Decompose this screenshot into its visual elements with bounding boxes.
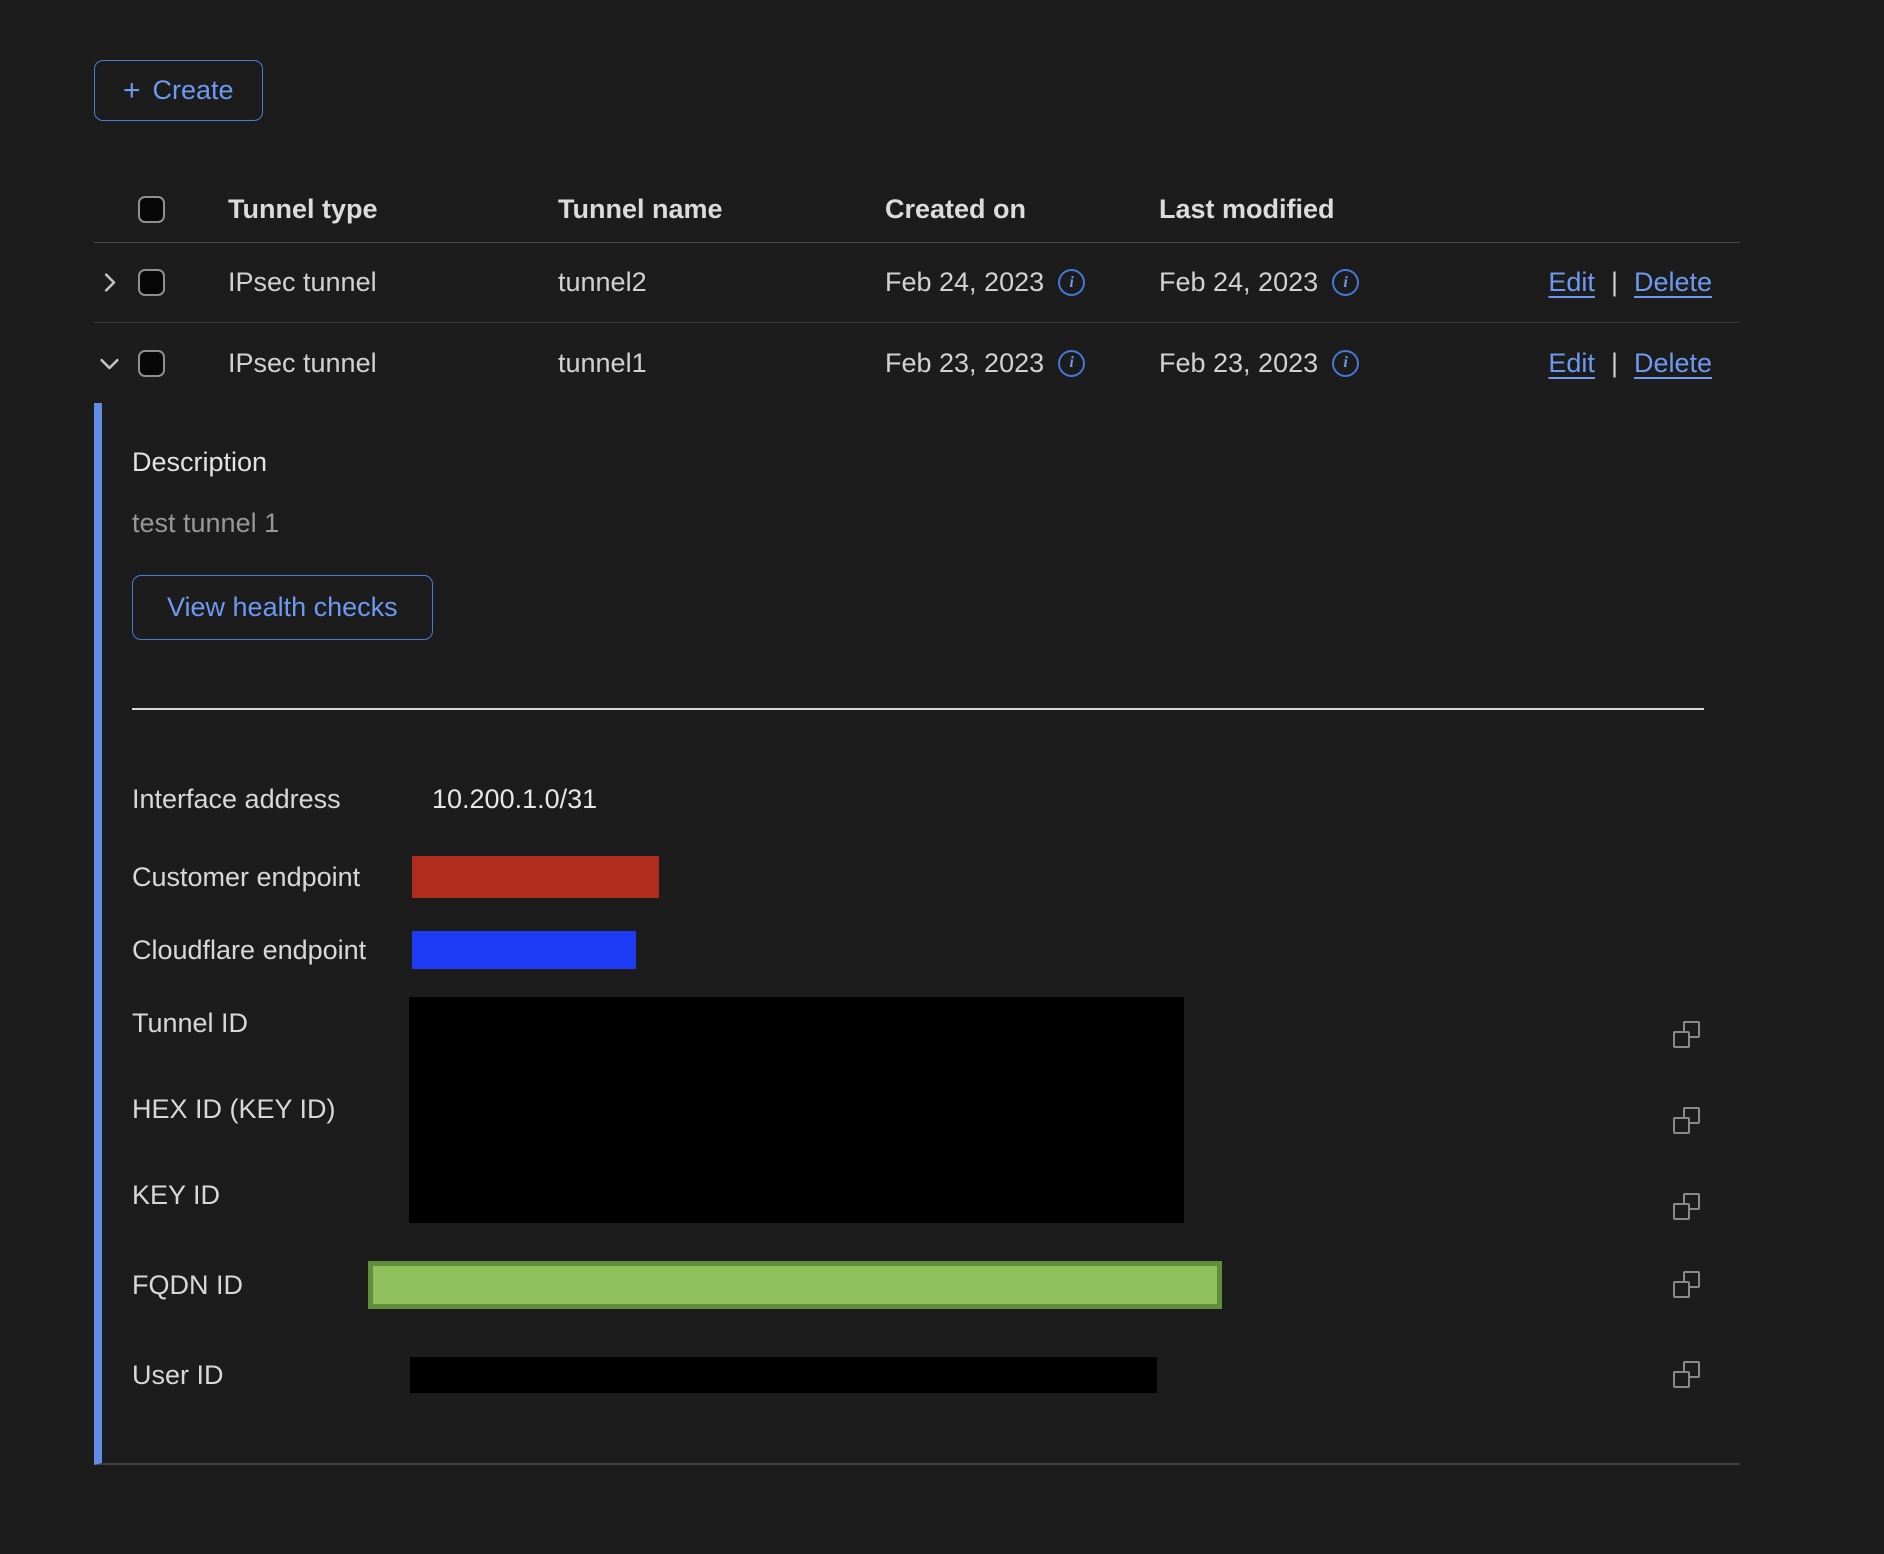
section-divider xyxy=(132,708,1704,710)
col-tunnel-name: Tunnel name xyxy=(558,194,885,225)
tunnel-type-cell: IPsec tunnel xyxy=(228,267,558,298)
delete-link[interactable]: Delete xyxy=(1634,267,1712,298)
hex-id-label: HEX ID (KEY ID) xyxy=(132,1093,336,1125)
action-separator: | xyxy=(1611,267,1618,298)
view-health-checks-label: View health checks xyxy=(167,592,398,623)
last-modified-cell: Feb 23, 2023 xyxy=(1159,348,1318,379)
tunnel-name-cell: tunnel2 xyxy=(558,267,885,298)
customer-endpoint-label: Customer endpoint xyxy=(132,862,410,893)
user-id-label: User ID xyxy=(132,1360,410,1391)
chevron-right-icon[interactable] xyxy=(94,267,125,298)
interface-address-value: 10.200.1.0/31 xyxy=(432,784,597,815)
create-button[interactable]: + Create xyxy=(94,60,263,121)
col-tunnel-type: Tunnel type xyxy=(228,194,558,225)
create-button-label: Create xyxy=(153,75,234,106)
col-created-on: Created on xyxy=(885,194,1159,225)
table-row: IPsec tunnel tunnel2 Feb 24, 2023 i Feb … xyxy=(94,243,1740,323)
col-last-modified: Last modified xyxy=(1159,194,1489,225)
tunnel-type-cell: IPsec tunnel xyxy=(228,348,558,379)
tunnel-fields: Interface address 10.200.1.0/31 Customer… xyxy=(132,782,1706,1393)
tunnel-detail-panel: Description test tunnel 1 View health ch… xyxy=(94,403,1740,1465)
copy-icon[interactable] xyxy=(1673,1021,1700,1048)
copy-icon[interactable] xyxy=(1673,1361,1700,1388)
description-value: test tunnel 1 xyxy=(132,508,1706,539)
user-id-redacted-value xyxy=(410,1357,1157,1393)
select-all-checkbox[interactable] xyxy=(138,196,165,223)
description-heading: Description xyxy=(132,447,1706,478)
last-modified-cell: Feb 24, 2023 xyxy=(1159,267,1318,298)
ids-redacted-block xyxy=(409,997,1184,1223)
tunnels-table: Tunnel type Tunnel name Created on Last … xyxy=(94,177,1740,1465)
info-icon[interactable]: i xyxy=(1332,350,1359,377)
tunnel-id-label: Tunnel ID xyxy=(132,1007,248,1039)
edit-link[interactable]: Edit xyxy=(1548,348,1595,379)
table-row: IPsec tunnel tunnel1 Feb 23, 2023 i Feb … xyxy=(94,323,1740,403)
copy-icon[interactable] xyxy=(1673,1107,1700,1134)
created-on-cell: Feb 24, 2023 xyxy=(885,267,1044,298)
copy-icon[interactable] xyxy=(1673,1271,1700,1298)
view-health-checks-button[interactable]: View health checks xyxy=(132,575,433,640)
edit-link[interactable]: Edit xyxy=(1548,267,1595,298)
fqdn-id-redacted-value xyxy=(368,1261,1222,1309)
interface-address-label: Interface address xyxy=(132,784,410,815)
cloudflare-endpoint-label: Cloudflare endpoint xyxy=(132,935,410,966)
copy-icon[interactable] xyxy=(1673,1193,1700,1220)
row-checkbox[interactable] xyxy=(138,350,165,377)
action-separator: | xyxy=(1611,348,1618,379)
info-icon[interactable]: i xyxy=(1332,269,1359,296)
delete-link[interactable]: Delete xyxy=(1634,348,1712,379)
customer-endpoint-redacted-value xyxy=(412,856,659,898)
info-icon[interactable]: i xyxy=(1058,350,1085,377)
ids-group: Tunnel ID HEX ID (KEY ID) KEY ID xyxy=(132,997,1706,1223)
cloudflare-endpoint-redacted-value xyxy=(412,931,636,969)
row-checkbox[interactable] xyxy=(138,269,165,296)
tunnel-name-cell: tunnel1 xyxy=(558,348,885,379)
ipsec-tunnels-page: + Create Tunnel type Tunnel name Created… xyxy=(0,0,1884,1465)
plus-icon: + xyxy=(123,76,141,106)
info-icon[interactable]: i xyxy=(1058,269,1085,296)
chevron-down-icon[interactable] xyxy=(94,348,125,379)
created-on-cell: Feb 23, 2023 xyxy=(885,348,1044,379)
table-header-row: Tunnel type Tunnel name Created on Last … xyxy=(94,177,1740,243)
key-id-label: KEY ID xyxy=(132,1179,220,1211)
